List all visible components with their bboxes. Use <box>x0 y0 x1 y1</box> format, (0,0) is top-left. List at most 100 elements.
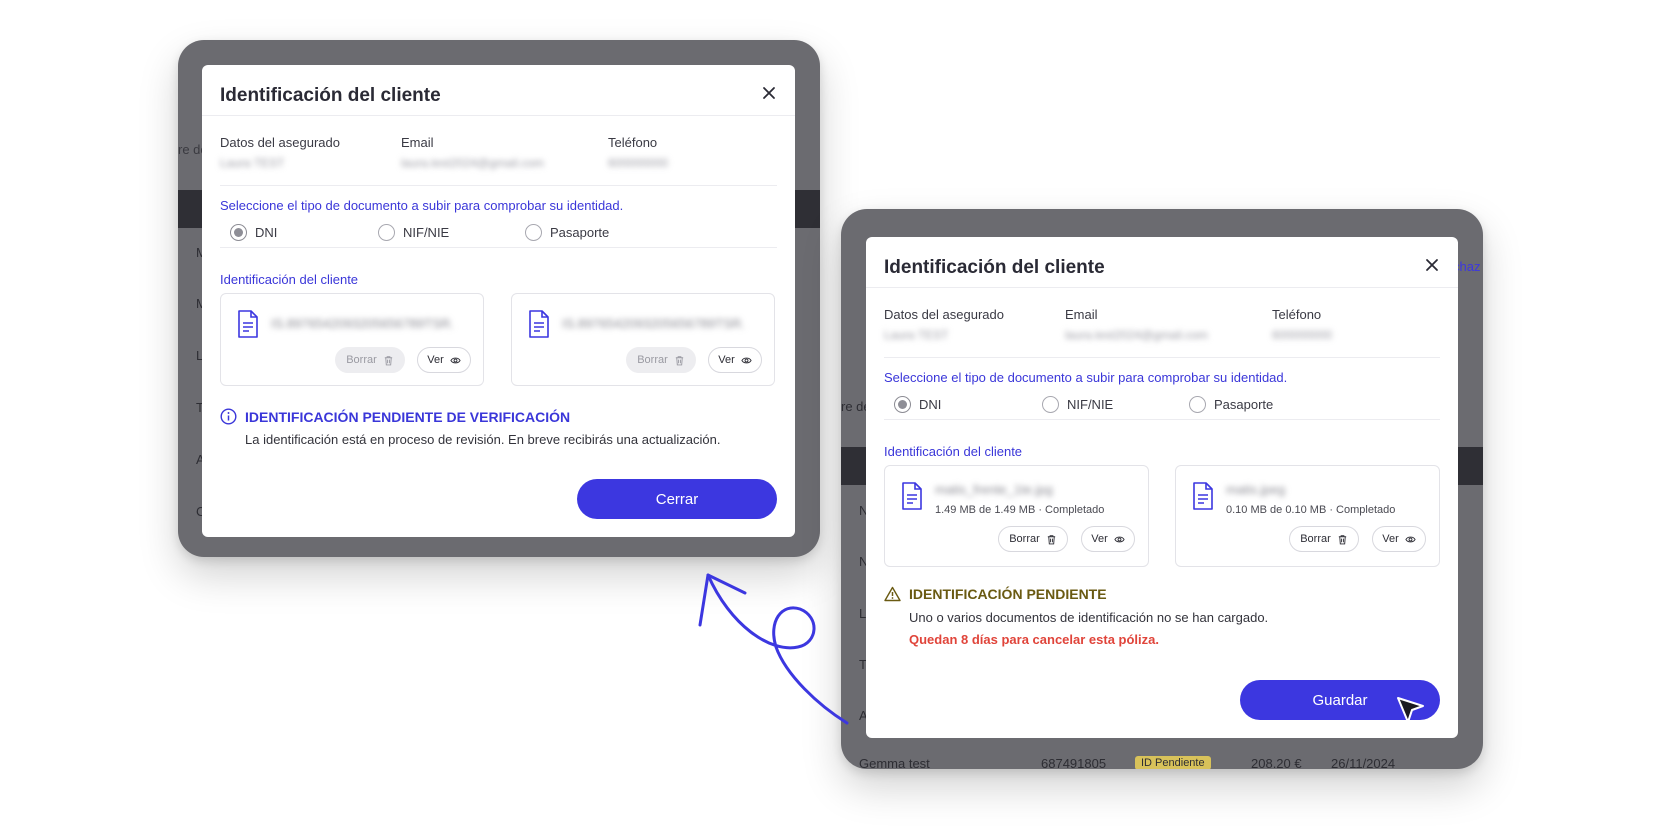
trash-icon <box>1047 534 1055 544</box>
radio-dot <box>1189 396 1206 413</box>
radio-pasaporte[interactable]: Pasaporte <box>1189 396 1273 413</box>
radio-label: Pasaporte <box>1214 397 1274 412</box>
radio-dot <box>525 224 542 241</box>
file-name: matis.jpeg <box>1226 482 1286 497</box>
insured-info: Datos del asegurado Laura TEST Email lau… <box>220 135 777 186</box>
radio-pasaporte[interactable]: Pasaporte <box>525 224 609 241</box>
close-icon[interactable] <box>761 85 777 101</box>
view-label: Ver <box>1091 533 1108 545</box>
insured-value: Laura TEST <box>884 328 949 342</box>
phone-col: Teléfono 600000000 <box>608 135 668 170</box>
screen-right: re de chaz N N L T A Gemma test 68749180… <box>841 209 1483 769</box>
mouse-cursor-icon <box>1397 697 1424 723</box>
phone-label: Teléfono <box>608 135 658 150</box>
delete-button[interactable]: Borrar <box>335 347 405 373</box>
insured-value: Laura TEST <box>220 156 285 170</box>
radio-dni[interactable]: DNI <box>894 396 941 413</box>
status-description: La identificación está en proceso de rev… <box>245 432 721 447</box>
screen-left: re de M M L T A C Identificación del cli… <box>178 40 820 557</box>
instructions: Seleccione el tipo de documento a subir … <box>884 370 1288 385</box>
modal-header: Identificación del cliente <box>866 237 1458 288</box>
document-card: IS.8976542093205656789TSR. Borrar Ver <box>220 293 484 386</box>
modal-title: Identificación del cliente <box>884 257 1105 278</box>
view-label: Ver <box>718 354 735 366</box>
status-title: IDENTIFICACIÓN PENDIENTE <box>909 586 1107 602</box>
radio-label: Pasaporte <box>550 225 610 240</box>
eye-icon <box>1114 536 1125 542</box>
delete-label: Borrar <box>1300 533 1331 545</box>
document-icon <box>902 482 922 510</box>
document-type-radios: DNI NIF/NIE Pasaporte <box>884 389 1440 420</box>
file-meta: 0.10 MB de 0.10 MB · Completado <box>1226 504 1396 516</box>
email-value: laura.test2024@gmail.com <box>1065 328 1208 342</box>
delete-label: Borrar <box>1009 533 1040 545</box>
radio-nif-nie[interactable]: NIF/NIE <box>1042 396 1113 413</box>
trash-icon <box>384 355 392 365</box>
close-icon[interactable] <box>1424 257 1440 273</box>
identification-modal: Identificación del cliente Datos del ase… <box>866 237 1458 738</box>
document-card: matis_frente_1te.jpg 1.49 MB de 1.49 MB … <box>884 465 1149 567</box>
radio-label: DNI <box>255 225 278 240</box>
radio-dot <box>230 224 247 241</box>
identification-modal: Identificación del cliente Datos del ase… <box>202 65 795 537</box>
status-title: IDENTIFICACIÓN PENDIENTE DE VERIFICACIÓN <box>245 408 571 425</box>
phone-col: Teléfono 600000000 <box>1272 307 1332 342</box>
eye-icon <box>741 357 752 363</box>
document-type-radios: DNI NIF/NIE Pasaporte <box>220 217 777 248</box>
hand-drawn-arrow <box>698 573 849 725</box>
radio-label: NIF/NIE <box>403 225 450 240</box>
radio-dot <box>1042 396 1059 413</box>
radio-dot <box>894 396 911 413</box>
eye-icon <box>1405 536 1416 542</box>
radio-dni[interactable]: DNI <box>230 224 277 241</box>
phone-value: 600000000 <box>608 156 669 170</box>
document-icon <box>238 310 258 338</box>
insured-col: Datos del asegurado Laura TEST <box>884 307 1004 342</box>
email-label: Email <box>1065 307 1098 322</box>
delete-label: Borrar <box>346 354 377 366</box>
trash-icon <box>675 355 683 365</box>
email-col: Email laura.test2024@gmail.com <box>401 135 544 170</box>
document-card: matis.jpeg 0.10 MB de 0.10 MB · Completa… <box>1175 465 1440 567</box>
insured-label: Datos del asegurado <box>884 307 1004 322</box>
trash-icon <box>1338 534 1346 544</box>
radio-label: NIF/NIE <box>1067 397 1114 412</box>
view-button[interactable]: Ver <box>708 347 762 373</box>
radio-dot <box>378 224 395 241</box>
eye-icon <box>450 357 461 363</box>
radio-nif-nie[interactable]: NIF/NIE <box>378 224 449 241</box>
insured-info: Datos del asegurado Laura TEST Email lau… <box>884 307 1440 358</box>
view-button[interactable]: Ver <box>1081 526 1135 552</box>
document-card: IS.8976542093205656789TSR. Borrar Ver <box>511 293 775 386</box>
delete-button[interactable]: Borrar <box>1289 526 1359 552</box>
section-label: Identificación del cliente <box>220 272 359 287</box>
view-label: Ver <box>1382 533 1399 545</box>
file-meta: 1.49 MB de 1.49 MB · Completado <box>935 504 1105 516</box>
cancellation-warning: Quedan 8 días para cancelar esta póliza. <box>909 632 1159 647</box>
view-button[interactable]: Ver <box>1372 526 1426 552</box>
warning-icon <box>884 586 901 602</box>
pending-status: IDENTIFICACIÓN PENDIENTE <box>884 586 1107 602</box>
bg-row-amount: 208.20 € <box>1251 756 1302 769</box>
email-label: Email <box>401 135 434 150</box>
verification-status: IDENTIFICACIÓN PENDIENTE DE VERIFICACIÓN <box>220 408 570 425</box>
view-button[interactable]: Ver <box>417 347 471 373</box>
email-value: laura.test2024@gmail.com <box>401 156 544 170</box>
bg-row-id: 687491805 <box>1041 756 1107 769</box>
close-button[interactable]: Cerrar <box>577 479 777 519</box>
phone-label: Teléfono <box>1272 307 1322 322</box>
status-badge: ID Pendiente <box>1135 756 1211 769</box>
modal-title: Identificación del cliente <box>220 85 441 106</box>
section-label: Identificación del cliente <box>884 444 1023 459</box>
delete-button[interactable]: Borrar <box>626 347 696 373</box>
info-icon <box>220 408 237 425</box>
instructions: Seleccione el tipo de documento a subir … <box>220 198 624 213</box>
phone-value: 600000000 <box>1272 328 1333 342</box>
delete-button[interactable]: Borrar <box>998 526 1068 552</box>
view-label: Ver <box>427 354 444 366</box>
radio-label: DNI <box>919 397 942 412</box>
file-name: matis_frente_1te.jpg <box>935 482 1053 497</box>
file-name: IS.8976542093205656789TSR. <box>271 316 454 331</box>
status-description: Uno o varios documentos de identificació… <box>909 610 1269 625</box>
insured-label: Datos del asegurado <box>220 135 340 150</box>
